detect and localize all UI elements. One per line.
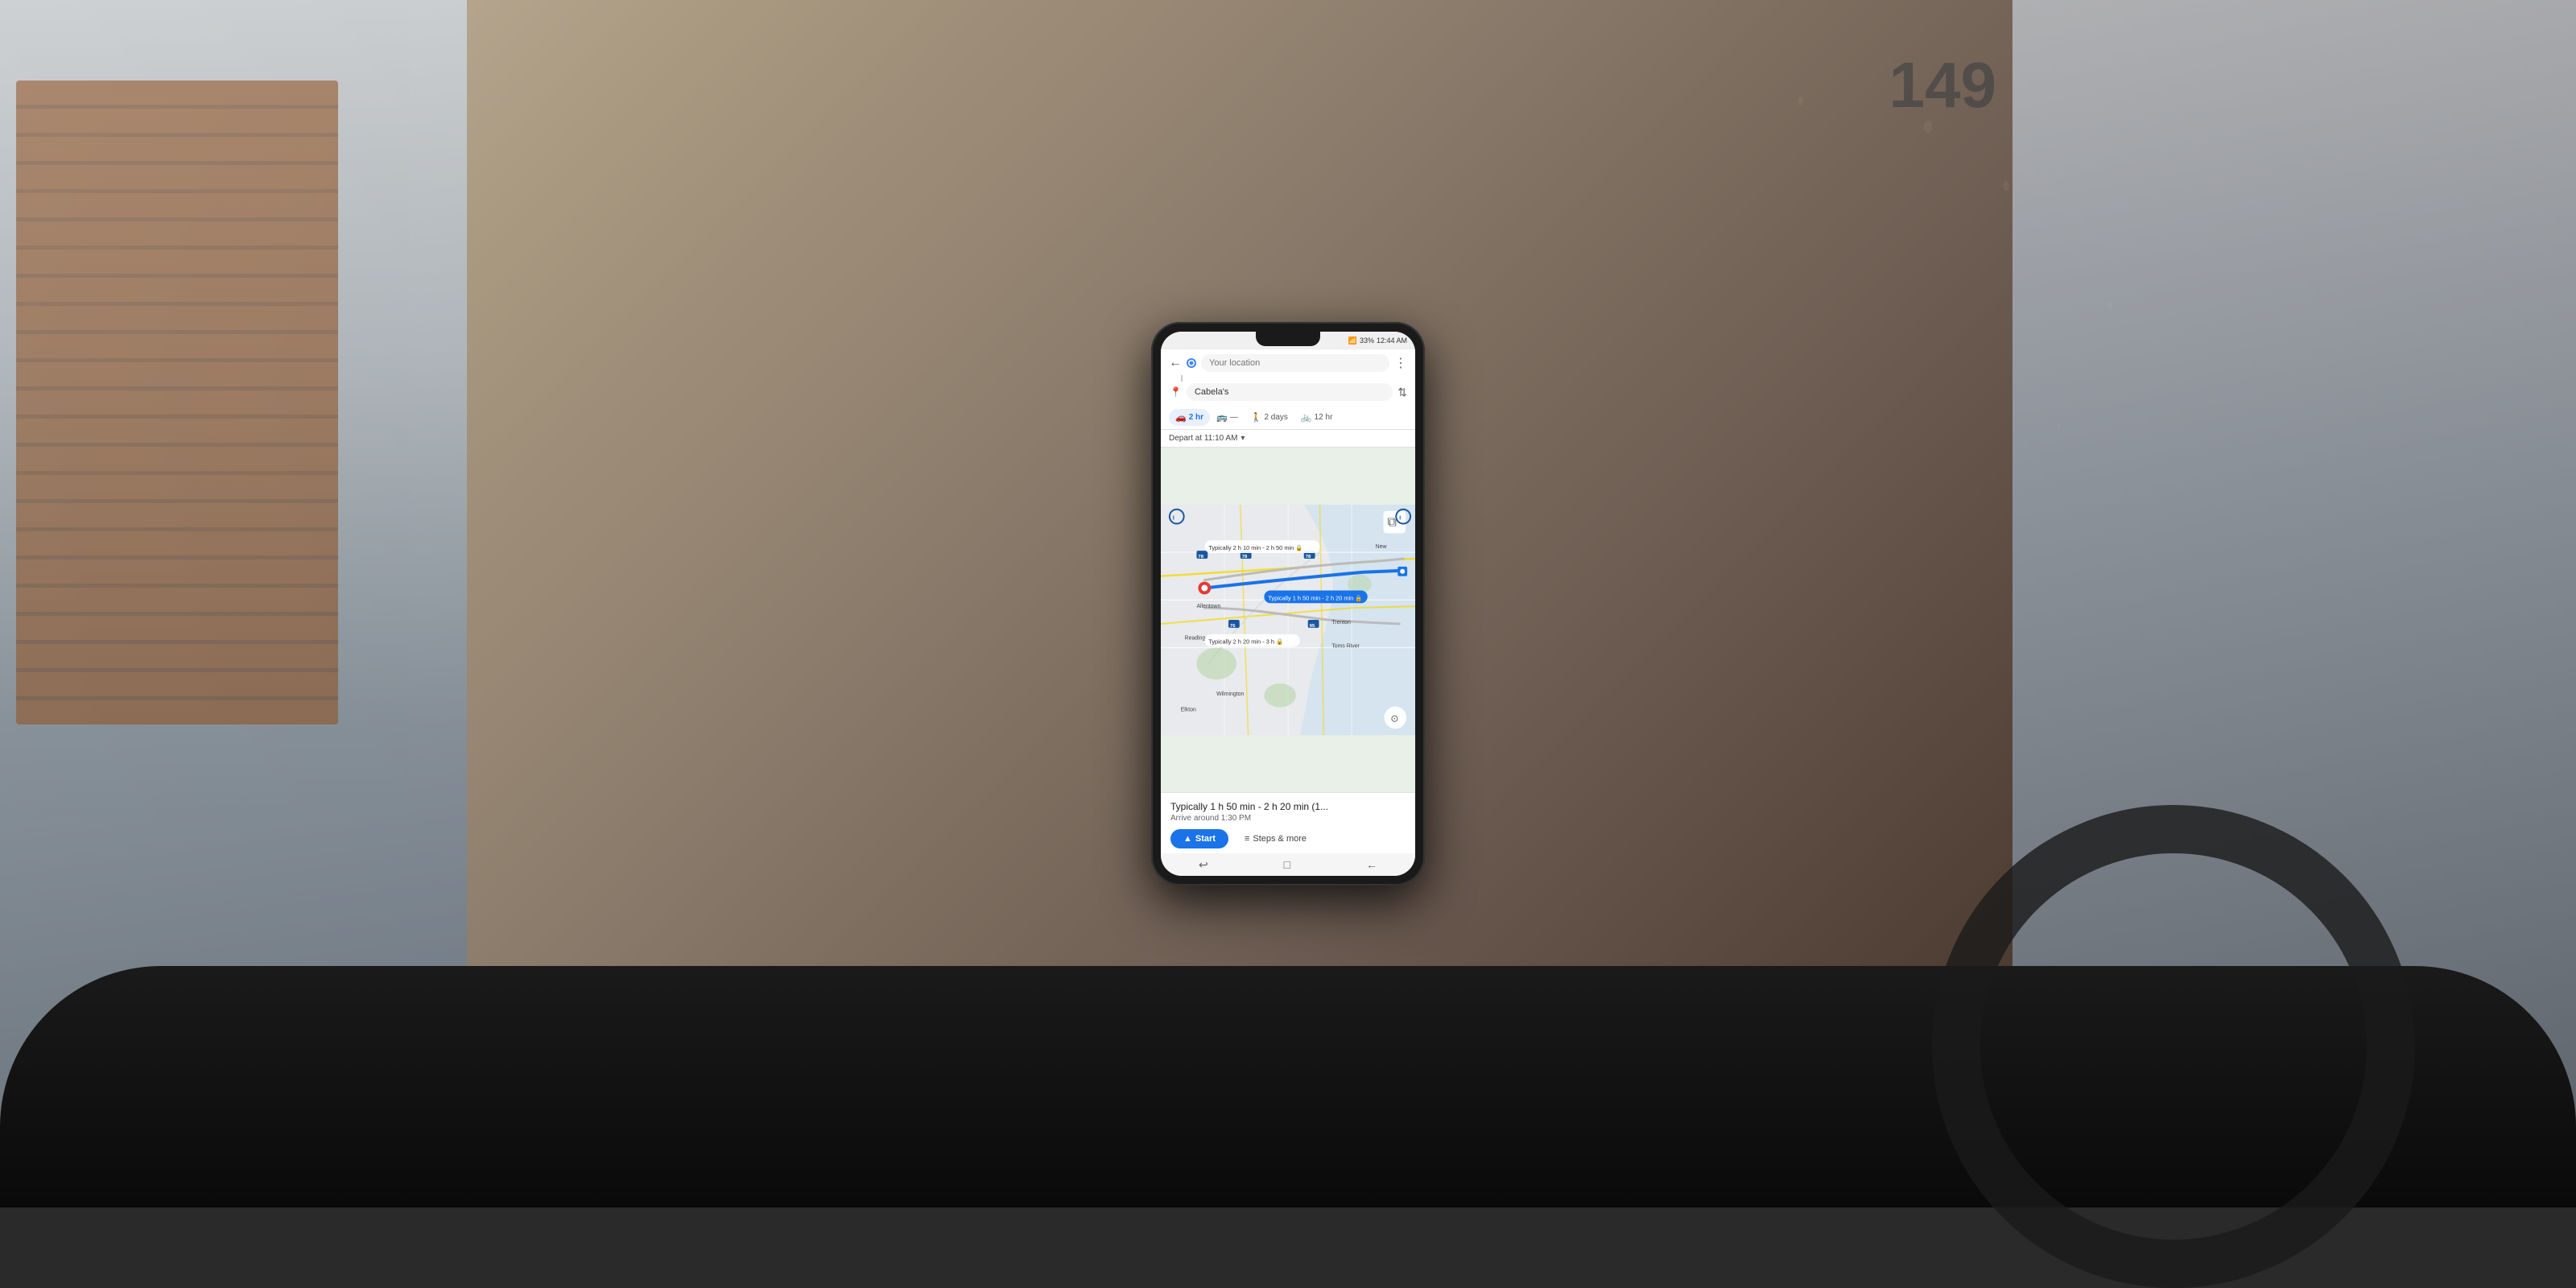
tab-driving[interactable]: 🚗 2 hr	[1169, 409, 1210, 426]
walk-icon: 🚶	[1251, 412, 1262, 423]
start-button[interactable]: ▲ Start	[1170, 829, 1228, 848]
phone-mount: 📶 33% 12:44 AM ← ⋮ 📍 ⇅	[1151, 322, 1425, 886]
walking-duration: 2 days	[1264, 413, 1287, 422]
phone-case: 📶 33% 12:44 AM ← ⋮ 📍 ⇅	[1151, 322, 1425, 886]
svg-text:76: 76	[1230, 624, 1236, 629]
origin-input[interactable]	[1201, 354, 1389, 372]
steps-label: Steps & more	[1253, 834, 1307, 844]
start-label: Start	[1195, 834, 1216, 844]
more-options-button[interactable]: ⋮	[1394, 355, 1407, 371]
svg-text:⧉: ⧉	[1387, 515, 1396, 529]
tab-transit[interactable]: 🚌 —	[1210, 409, 1245, 426]
transit-duration: —	[1230, 413, 1238, 422]
origin-dot-icon	[1187, 358, 1196, 368]
destination-pin-icon: 📍	[1170, 386, 1182, 398]
connector-dots	[1181, 375, 1183, 382]
svg-text:I: I	[1399, 516, 1401, 522]
svg-text:Typically 2 h 10 min - 2 h 50: Typically 2 h 10 min - 2 h 50 min 🔒	[1208, 544, 1302, 551]
back-nav-button[interactable]: ←	[1366, 858, 1377, 871]
route-subtitle: Arrive around 1:30 PM	[1170, 814, 1406, 823]
car-icon: 🚗	[1175, 412, 1187, 423]
navigation-icon: ▲	[1183, 834, 1192, 844]
bottom-navigation-bar: ↩ □ ←	[1161, 853, 1415, 876]
route-actions: ▲ Start ≡ Steps & more	[1170, 829, 1406, 848]
svg-text:Typically 2 h 20 min - 3 h 🔒: Typically 2 h 20 min - 3 h 🔒	[1208, 638, 1283, 646]
svg-text:⊙: ⊙	[1390, 712, 1398, 724]
svg-text:Toms River: Toms River	[1331, 644, 1360, 650]
steering-wheel	[1932, 805, 2415, 1288]
depart-dropdown-icon: ▾	[1241, 434, 1245, 443]
phone-screen: 📶 33% 12:44 AM ← ⋮ 📍 ⇅	[1161, 332, 1415, 876]
building-number: 149	[1889, 48, 1996, 122]
route-title: Typically 1 h 50 min - 2 h 20 min (1...	[1170, 801, 1406, 812]
brick-wall	[16, 80, 338, 724]
home-button[interactable]: □	[1284, 858, 1290, 871]
svg-text:78: 78	[1198, 555, 1203, 559]
bike-icon: 🚲	[1301, 412, 1312, 423]
cycling-duration: 12 hr	[1315, 413, 1333, 422]
svg-text:Wilmington: Wilmington	[1216, 691, 1244, 697]
depart-row[interactable]: Depart at 11:10 AM ▾	[1161, 430, 1415, 448]
bus-icon: 🚌	[1216, 412, 1228, 423]
status-icons: 📶 33% 12:44 AM	[1348, 336, 1407, 345]
svg-text:Typically 1 h 50 min - 2 h 20: Typically 1 h 50 min - 2 h 20 min 🔒	[1268, 594, 1362, 601]
back-button[interactable]: ←	[1169, 356, 1182, 370]
tab-cycling[interactable]: 🚲 12 hr	[1294, 409, 1340, 426]
steps-more-button[interactable]: ≡ Steps & more	[1235, 829, 1316, 848]
route-info-panel: Typically 1 h 50 min - 2 h 20 min (1... …	[1161, 792, 1415, 853]
origin-row: ← ⋮	[1169, 354, 1407, 372]
svg-text:Elkton: Elkton	[1181, 708, 1196, 713]
svg-text:Trenton: Trenton	[1331, 620, 1351, 625]
tab-walking[interactable]: 🚶 2 days	[1245, 409, 1294, 426]
swap-directions-button[interactable]: ⇅	[1397, 386, 1407, 399]
signal-icon: 📶	[1348, 336, 1357, 345]
destination-row: 📍 ⇅	[1169, 383, 1407, 401]
transport-tabs: 🚗 2 hr 🚌 — 🚶 2 days 🚲 12 hr	[1161, 406, 1415, 430]
destination-input[interactable]	[1187, 383, 1393, 401]
driving-duration: 2 hr	[1189, 413, 1203, 422]
battery-text: 33%	[1360, 336, 1374, 345]
recent-apps-button[interactable]: ↩	[1199, 858, 1208, 872]
svg-text:New: New	[1376, 544, 1387, 550]
nav-header: ← ⋮ 📍 ⇅	[1161, 349, 1415, 406]
svg-text:78: 78	[1306, 555, 1311, 559]
svg-text:95: 95	[1310, 624, 1315, 629]
time-display: 12:44 AM	[1377, 336, 1407, 345]
map-svg: Allentown Reading Trenton Toms River Wil…	[1161, 448, 1415, 792]
svg-text:Reading: Reading	[1185, 636, 1206, 642]
svg-text:I: I	[1173, 516, 1174, 522]
map-area[interactable]: Allentown Reading Trenton Toms River Wil…	[1161, 448, 1415, 792]
phone-notch	[1256, 332, 1320, 346]
depart-label: Depart at 11:10 AM	[1169, 434, 1237, 443]
svg-text:Allentown: Allentown	[1196, 604, 1220, 609]
steps-icon: ≡	[1245, 834, 1249, 844]
svg-text:78: 78	[1242, 555, 1248, 559]
